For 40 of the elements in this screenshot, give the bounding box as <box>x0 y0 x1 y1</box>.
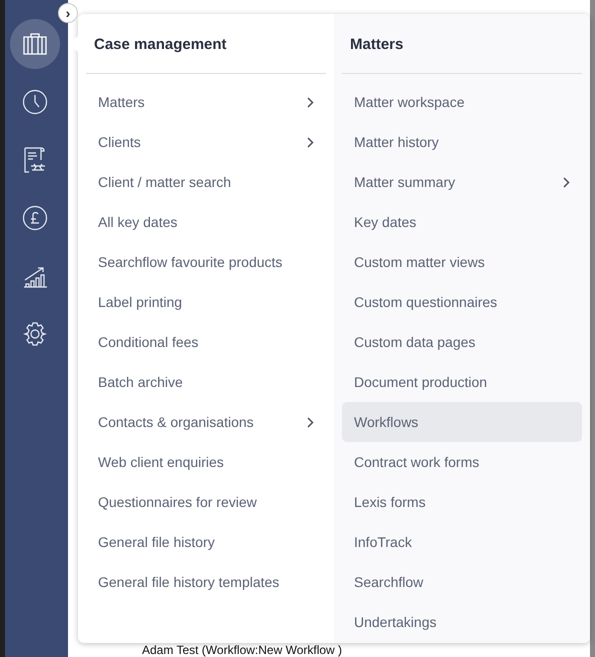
chevron-right-icon <box>307 96 314 108</box>
menu-item[interactable]: Contract work forms <box>342 442 582 482</box>
menu-item[interactable]: General file history <box>86 522 326 562</box>
settings-icon <box>22 321 48 347</box>
menu-item[interactable]: Matter history <box>342 122 582 162</box>
menu-item[interactable]: Matters <box>86 82 326 122</box>
menu-item[interactable]: Undertakings <box>342 602 582 642</box>
menu-item[interactable]: InfoTrack <box>342 522 582 562</box>
document-icon <box>22 146 48 174</box>
menu-heading: Matters <box>349 35 404 55</box>
menu-item[interactable]: Questionnaires for review <box>86 482 326 522</box>
menu-item[interactable]: Web client enquiries <box>86 442 326 482</box>
menu-item[interactable]: Contacts & organisations <box>86 402 326 442</box>
menu-item[interactable]: Conditional fees <box>86 322 326 362</box>
menu-item[interactable]: Clients <box>86 122 326 162</box>
menu-heading: Case management <box>93 35 228 55</box>
menu-item[interactable]: Searchflow favourite products <box>86 242 326 282</box>
menu-item[interactable]: General file history templates <box>86 562 326 602</box>
sidebar-item[interactable] <box>10 19 60 69</box>
menu-item[interactable]: Matter summary <box>342 162 582 202</box>
briefcase-icon <box>22 32 48 56</box>
menu-item[interactable]: All key dates <box>86 202 326 242</box>
row-text: Adam Test (Workflow:New Workflow ) <box>142 643 342 657</box>
pound-coin-icon <box>22 205 48 231</box>
menu-item[interactable]: Batch archive <box>86 362 326 402</box>
clock-icon <box>22 89 48 115</box>
menu-item[interactable]: Matter workspace <box>342 82 582 122</box>
menu-item[interactable]: Key dates <box>342 202 582 242</box>
menu-item[interactable]: Workflows <box>342 402 582 442</box>
menu-item[interactable]: Label printing <box>86 282 326 322</box>
chevron-right-icon <box>307 416 314 428</box>
menu-item[interactable]: Custom data pages <box>342 322 582 362</box>
menu-item[interactable]: Custom matter views <box>342 242 582 282</box>
menu-item[interactable]: Searchflow <box>342 562 582 602</box>
menu-item[interactable]: Client / matter search <box>86 162 326 202</box>
menu-item[interactable]: Lexis forms <box>342 482 582 522</box>
menu-item[interactable]: Document production <box>342 362 582 402</box>
chevron-right-icon <box>563 176 570 188</box>
menu-item[interactable]: Custom questionnaires <box>342 282 582 322</box>
chevron-right-icon <box>307 136 314 148</box>
